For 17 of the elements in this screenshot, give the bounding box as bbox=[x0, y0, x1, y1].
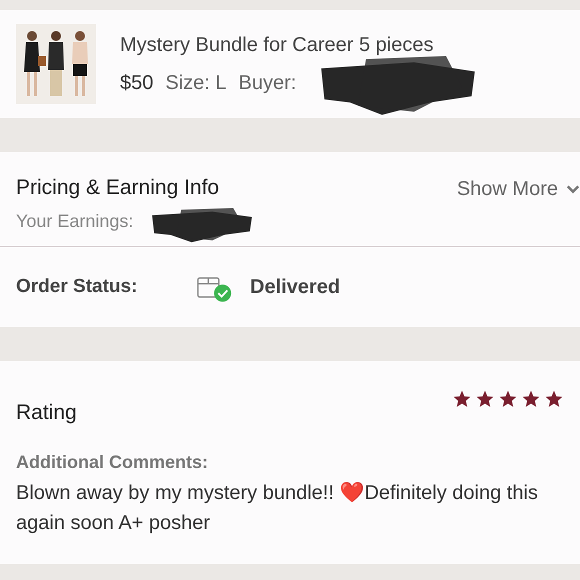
item-price: $50 bbox=[120, 71, 154, 96]
section-title: Rating bbox=[16, 400, 77, 426]
star-icon bbox=[475, 389, 495, 409]
earnings-label: Your Earnings: bbox=[16, 210, 134, 233]
show-more-link[interactable]: Show More bbox=[456, 174, 558, 204]
comments-label: Additional Comments: bbox=[16, 450, 209, 474]
order-status-label: Order Status: bbox=[16, 274, 138, 299]
star-icon bbox=[498, 389, 518, 409]
order-status-value: Delivered bbox=[250, 275, 340, 300]
comment-text: Blown away by my mystery bundle!! ❤Definitely doing this again soon A+ posher bbox=[16, 480, 539, 536]
buyer-label: Buyer: bbox=[238, 71, 296, 96]
star-icon bbox=[544, 389, 564, 409]
item-size: Size: L bbox=[165, 71, 227, 96]
item-title: Mystery Bundle for Career 5 pieces bbox=[120, 33, 434, 58]
section-title: Pricing & Earning Info bbox=[16, 175, 220, 201]
star-icon bbox=[452, 389, 472, 409]
star-icon bbox=[521, 389, 541, 409]
